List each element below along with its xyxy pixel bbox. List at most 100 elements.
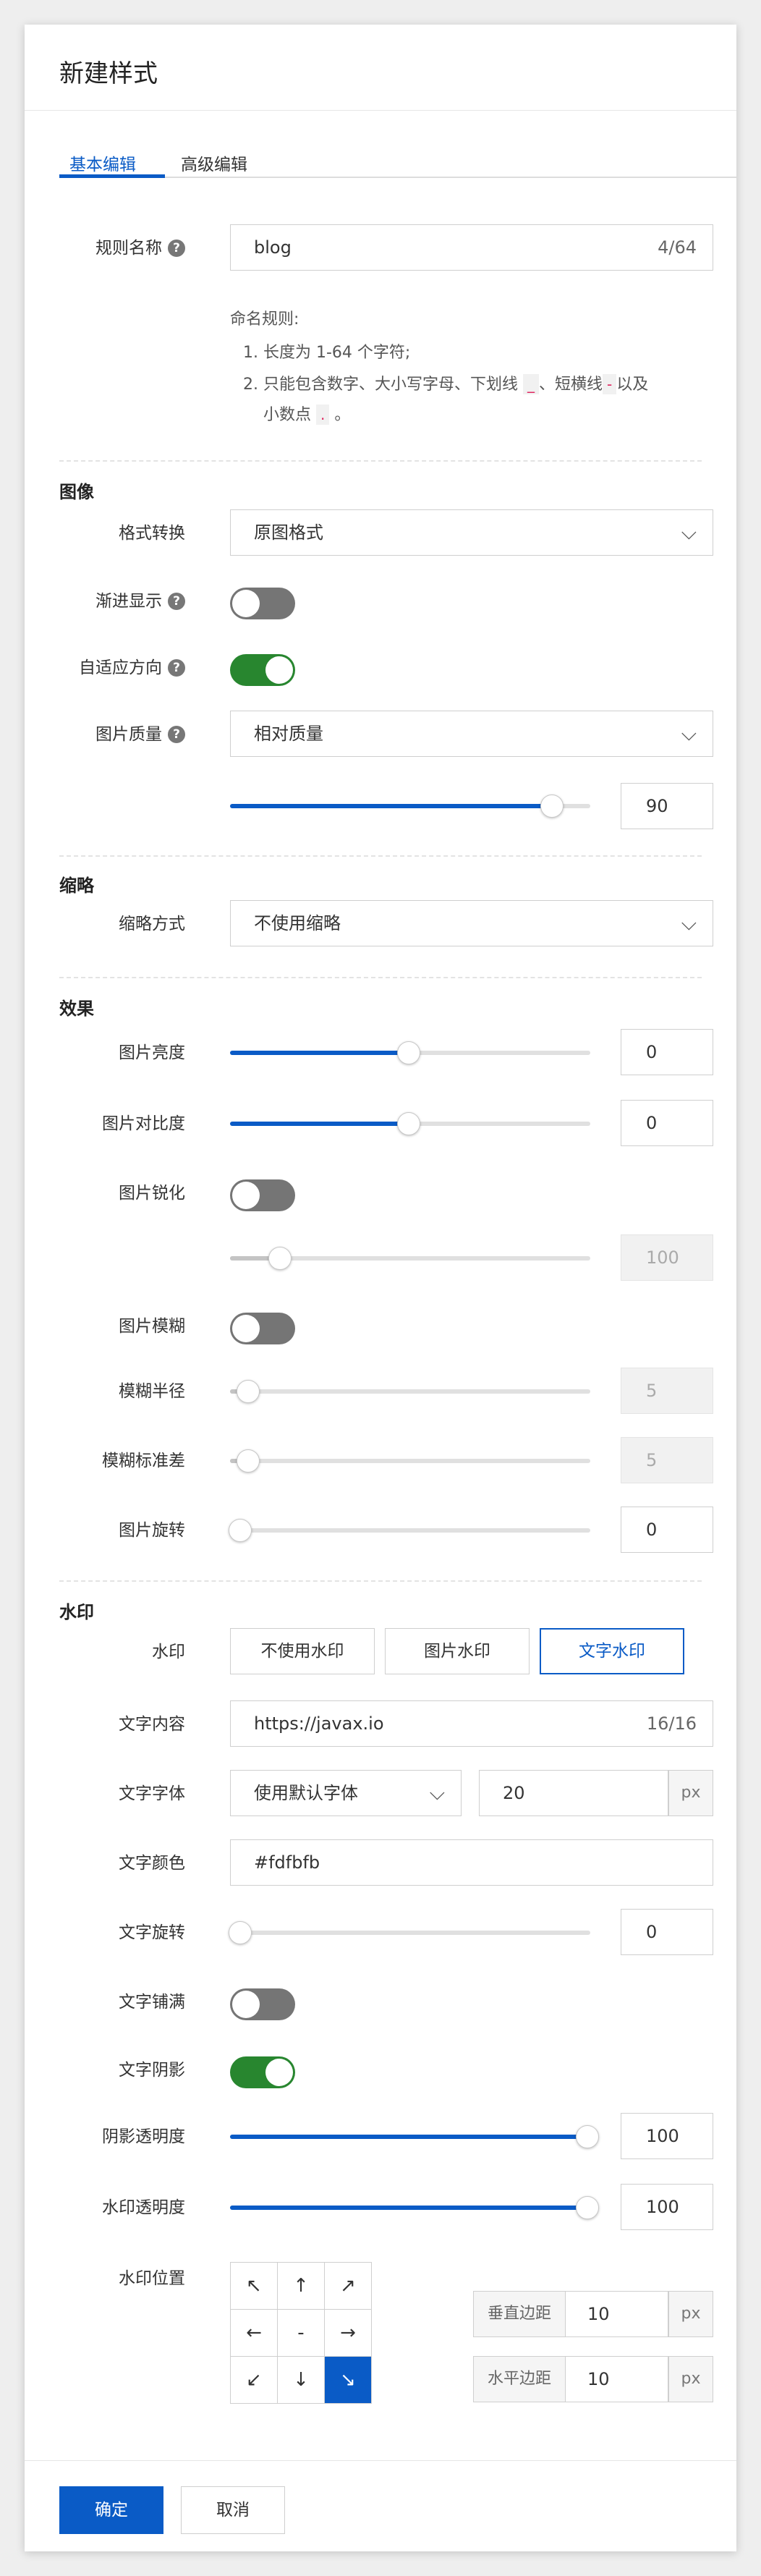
text-content-counter: 16/16 — [646, 1713, 697, 1734]
contrast-input[interactable]: 0 — [621, 1100, 713, 1146]
watermark-image-button[interactable]: 图片水印 — [385, 1628, 530, 1674]
naming-rule-2-cont: 小数点 . 。 — [263, 404, 351, 425]
quality-mode-select[interactable]: 相对质量 ⌵ — [230, 711, 713, 757]
slider-fill — [230, 2206, 587, 2210]
toggle-knob — [232, 590, 260, 617]
horizontal-margin-input[interactable]: 10 — [566, 2356, 668, 2402]
shadow-opacity-input[interactable]: 100 — [621, 2113, 713, 2159]
cancel-button[interactable]: 取消 — [181, 2486, 285, 2534]
slider-fill — [230, 1122, 409, 1126]
slider-fill — [230, 1051, 409, 1055]
blur-sigma-label: 模糊标准差 — [102, 1452, 185, 1470]
vertical-margin-input[interactable]: 10 — [566, 2291, 668, 2337]
chevron-down-icon: ⌵ — [429, 1781, 445, 1805]
position-bottom-icon[interactable]: ↓ — [278, 2357, 325, 2404]
contrast-label: 图片对比度 — [102, 1114, 185, 1133]
tile-toggle[interactable] — [230, 1988, 295, 2020]
watermark-opacity-input[interactable]: 100 — [621, 2184, 713, 2230]
watermark-opacity-label: 水印透明度 — [102, 2198, 185, 2217]
chevron-down-icon: ⌵ — [681, 911, 697, 935]
help-icon[interactable]: ? — [168, 240, 185, 257]
text-rotate-slider[interactable] — [229, 1921, 590, 1944]
slider-thumb[interactable] — [397, 1112, 420, 1135]
blur-radius-label: 模糊半径 — [119, 1382, 185, 1401]
slider-thumb[interactable] — [229, 1921, 252, 1944]
sharpen-toggle[interactable] — [230, 1179, 295, 1211]
horizontal-margin-label: 水平边距 — [473, 2356, 566, 2402]
tab-basic-edit[interactable]: 基本编辑 — [69, 151, 136, 175]
auto-orient-toggle[interactable] — [230, 654, 295, 686]
new-style-dialog: 新建样式 基本编辑 高级编辑 规则名称? blog 4/64 命名规则: 1. … — [25, 25, 736, 2551]
position-right-icon[interactable]: → — [325, 2310, 372, 2357]
contrast-slider[interactable] — [230, 1112, 590, 1135]
shadow-toggle[interactable] — [230, 2056, 295, 2088]
thumbnail-mode-select[interactable]: 不使用缩略 ⌵ — [230, 900, 713, 946]
watermark-opacity-slider[interactable] — [230, 2196, 599, 2219]
position-bottom-right-icon[interactable]: ↘ — [325, 2357, 372, 2404]
toggle-knob — [265, 2059, 293, 2086]
rotate-input[interactable]: 0 — [621, 1507, 713, 1553]
slider-fill — [230, 804, 552, 808]
naming-rules-title: 命名规则: — [230, 310, 299, 329]
slider-thumb[interactable] — [229, 1519, 252, 1542]
confirm-button[interactable]: 确定 — [59, 2486, 163, 2534]
toggle-knob — [232, 1991, 260, 2018]
text-content-value: https://javax.io — [254, 1713, 384, 1734]
shadow-opacity-slider[interactable] — [230, 2125, 599, 2148]
text-color-input[interactable]: #fdfbfb — [230, 1839, 713, 1886]
auto-orient-label: 自适应方向? — [25, 657, 185, 679]
position-center-icon[interactable]: - — [278, 2310, 325, 2357]
slider-thumb — [237, 1380, 260, 1403]
position-top-left-icon[interactable]: ↖ — [231, 2263, 278, 2310]
quality-mode-value: 相对质量 — [254, 724, 323, 744]
header-divider — [25, 110, 736, 111]
vertical-margin-label: 垂直边距 — [473, 2291, 566, 2337]
position-grid: ↖ ↑ ↗ ← - → ↙ ↓ ↘ — [230, 2262, 372, 2404]
shadow-label: 文字阴影 — [119, 2061, 185, 2080]
sharpen-input: 100 — [621, 1234, 713, 1281]
help-icon[interactable]: ? — [168, 659, 185, 677]
rotate-slider[interactable] — [229, 1519, 590, 1542]
text-rotate-input[interactable]: 0 — [621, 1909, 713, 1955]
divider — [59, 855, 702, 857]
quality-slider[interactable] — [230, 795, 590, 818]
watermark-text-button[interactable]: 文字水印 — [540, 1628, 684, 1674]
brightness-slider[interactable] — [230, 1041, 590, 1064]
brightness-input[interactable]: 0 — [621, 1029, 713, 1075]
position-top-icon[interactable]: ↑ — [278, 2263, 325, 2310]
thumbnail-mode-label: 缩略方式 — [119, 915, 185, 933]
help-icon[interactable]: ? — [168, 726, 185, 743]
vertical-margin-unit: px — [668, 2291, 713, 2337]
slider-thumb[interactable] — [576, 2125, 599, 2148]
position-top-right-icon[interactable]: ↗ — [325, 2263, 372, 2310]
rule-name-value: blog — [254, 237, 292, 258]
tab-advanced-edit[interactable]: 高级编辑 — [181, 151, 247, 175]
position-bottom-left-icon[interactable]: ↙ — [231, 2357, 278, 2404]
progressive-label: 渐进显示? — [25, 590, 185, 612]
text-content-input[interactable]: https://javax.io 16/16 — [230, 1700, 713, 1747]
divider — [59, 977, 702, 978]
slider-thumb[interactable] — [397, 1041, 420, 1064]
blur-sigma-input: 5 — [621, 1437, 713, 1483]
blur-toggle[interactable] — [230, 1313, 295, 1344]
rule-name-counter: 4/64 — [658, 237, 697, 258]
slider-thumb[interactable] — [576, 2196, 599, 2219]
watermark-none-button[interactable]: 不使用水印 — [230, 1628, 375, 1674]
quality-label: 图片质量? — [25, 724, 185, 745]
progressive-toggle[interactable] — [230, 588, 295, 619]
rule-name-input[interactable]: blog 4/64 — [230, 224, 713, 271]
font-select[interactable]: 使用默认字体 ⌵ — [230, 1770, 462, 1816]
slider-thumb[interactable] — [540, 795, 564, 818]
quality-input[interactable]: 90 — [621, 783, 713, 829]
section-thumbnail: 缩略 — [59, 876, 94, 896]
format-select[interactable]: 原图格式 ⌵ — [230, 509, 713, 556]
toggle-knob — [232, 1182, 260, 1209]
underscore-code: _ — [523, 374, 539, 394]
tile-label: 文字铺满 — [119, 1993, 185, 2012]
font-label: 文字字体 — [119, 1784, 185, 1803]
position-left-icon[interactable]: ← — [231, 2310, 278, 2357]
divider — [59, 1580, 702, 1582]
font-size-input[interactable]: 20 — [479, 1770, 668, 1816]
naming-rule-1: 1. 长度为 1-64 个字符; — [243, 344, 411, 362]
help-icon[interactable]: ? — [168, 593, 185, 610]
